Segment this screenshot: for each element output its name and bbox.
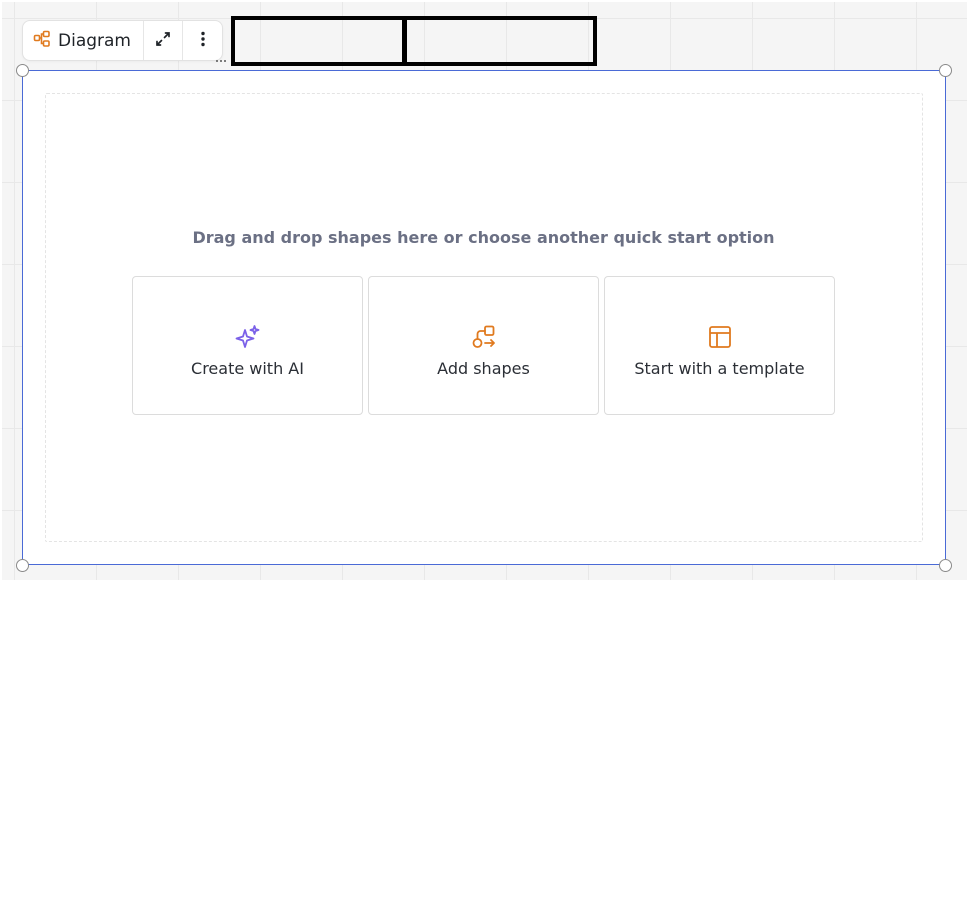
diagram-icon — [33, 30, 51, 52]
add-shapes-label: Add shapes — [437, 359, 530, 378]
template-icon — [707, 323, 733, 351]
shapes-icon — [471, 323, 497, 351]
diagram-type-button[interactable]: Diagram — [23, 21, 144, 60]
drop-hint-text: Drag and drop shapes here or choose anot… — [192, 228, 775, 247]
start-with-template-label: Start with a template — [634, 359, 805, 378]
component-toolbar: Diagram — [22, 20, 223, 61]
expand-icon — [154, 30, 172, 52]
empty-box-1 — [231, 16, 406, 66]
resize-handle-bottom-right[interactable] — [939, 559, 952, 572]
add-shapes-card[interactable]: Add shapes — [368, 276, 599, 415]
sparkle-icon — [235, 323, 261, 351]
toolbar-drag-handle[interactable] — [216, 60, 226, 62]
create-with-ai-card[interactable]: Create with AI — [132, 276, 363, 415]
resize-handle-top-right[interactable] — [939, 64, 952, 77]
expand-button[interactable] — [144, 21, 184, 60]
more-options-button[interactable] — [183, 21, 222, 60]
resize-handle-top-left[interactable] — [16, 64, 29, 77]
start-with-template-card[interactable]: Start with a template — [604, 276, 835, 415]
more-vertical-icon — [194, 30, 212, 52]
resize-handle-bottom-left[interactable] — [16, 559, 29, 572]
create-with-ai-label: Create with AI — [191, 359, 304, 378]
diagram-label: Diagram — [58, 30, 131, 51]
empty-box-2 — [403, 16, 597, 66]
